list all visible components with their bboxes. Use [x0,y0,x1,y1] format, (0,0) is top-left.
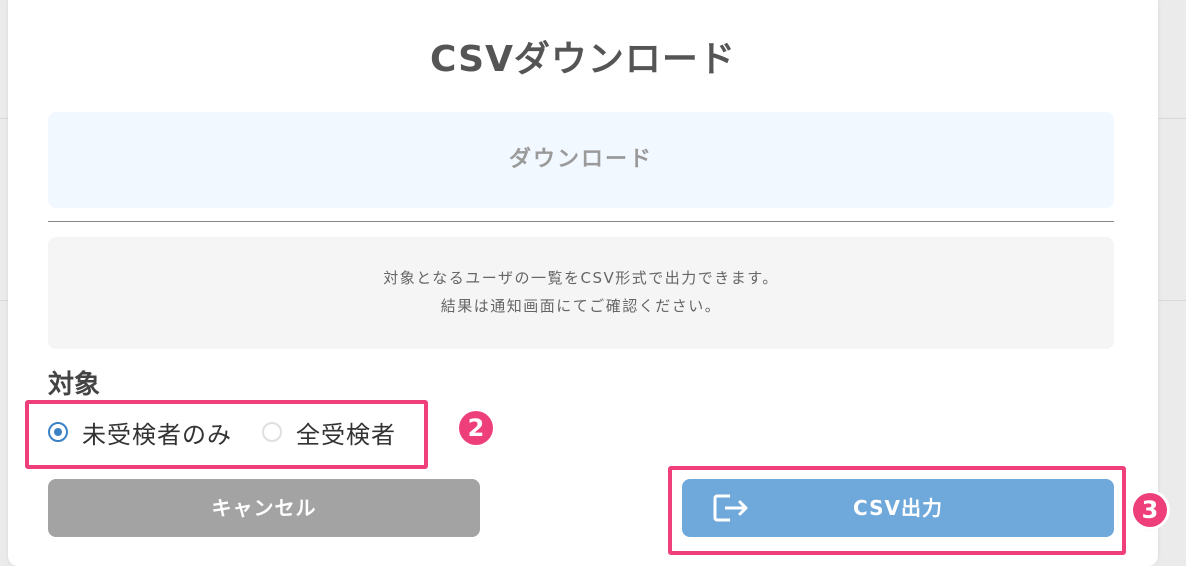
annotation-marker-3: 3 [1133,493,1167,527]
annotation-box-radio [25,400,428,469]
dialog-title: CSVダウンロード [430,39,736,80]
divider [48,221,1114,222]
target-label: 対象 [48,370,101,400]
cancel-button[interactable]: キャンセル [48,479,480,537]
download-tab[interactable]: ダウンロード [48,112,1114,208]
background-grid-line [0,118,8,119]
background-grid-line [0,300,8,301]
annotation-marker-2: 2 [459,411,493,445]
annotation-box-export [668,466,1126,555]
description-line-2: 結果は通知画面にてご確認ください。 [440,297,722,315]
background-grid-line [1158,300,1186,301]
description-box: 対象となるユーザの一覧をCSV形式で出力できます。 結果は通知画面にてご確認くだ… [48,237,1114,349]
download-tab-label: ダウンロード [508,147,653,172]
description-line-1: 対象となるユーザの一覧をCSV形式で出力できます。 [383,269,779,287]
background-grid-line [1158,118,1186,119]
